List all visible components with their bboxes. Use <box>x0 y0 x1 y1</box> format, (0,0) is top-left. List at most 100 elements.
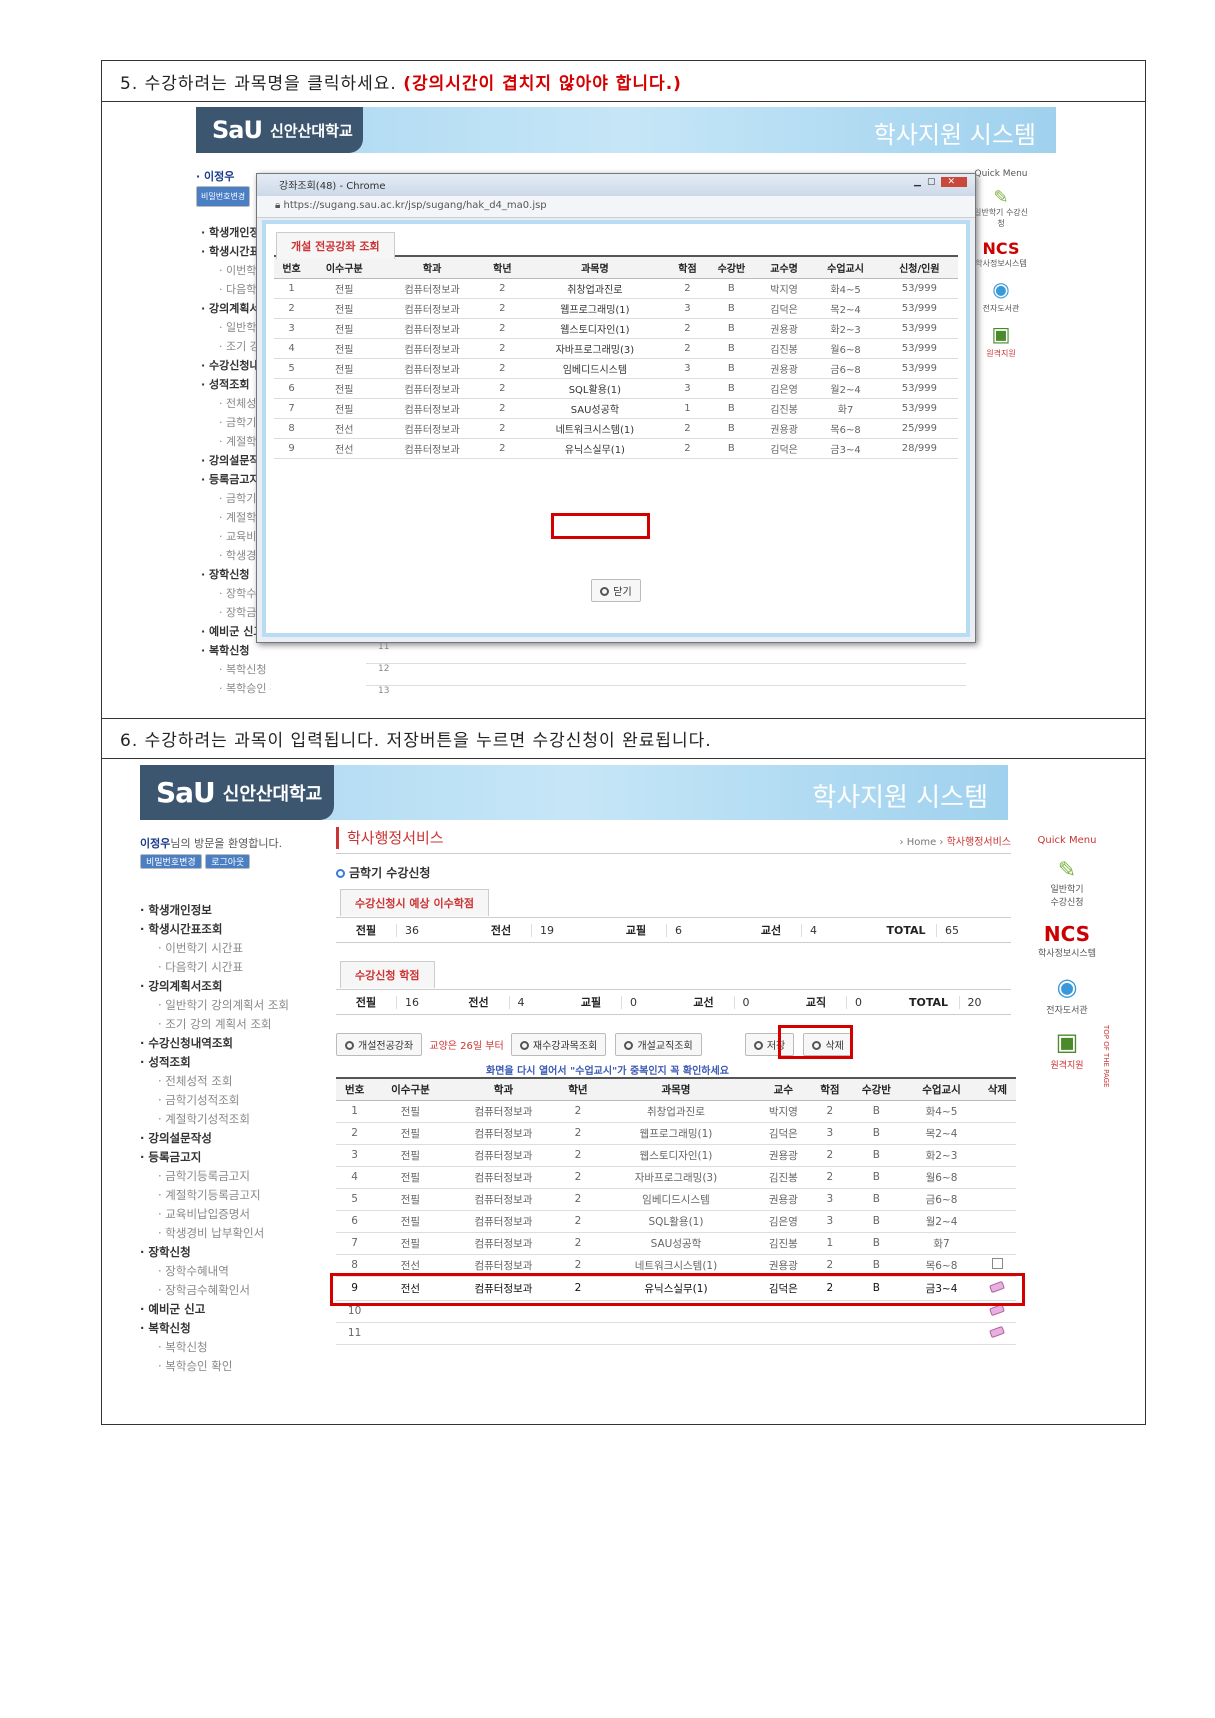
logo-mark: SaU <box>212 116 263 144</box>
delete-cell[interactable] <box>978 1232 1016 1255</box>
popup-cell: 53/999 <box>880 338 958 359</box>
sidebar-item[interactable]: · 복학신청 <box>140 1319 325 1338</box>
sidebar-item[interactable]: · 수강신청내역조회 <box>140 1034 325 1053</box>
sidebar-item[interactable]: · 일반학기 강의계획서 조회 <box>140 996 325 1015</box>
liberal-notice: 교양은 26일 부터 <box>429 1041 504 1052</box>
quick-library-link[interactable]: 전자도서관 <box>971 303 1031 314</box>
sidebar-item[interactable]: · 금학기성적조회 <box>140 1091 325 1110</box>
course-name-link[interactable]: 웹스토디자인(1) <box>519 318 670 339</box>
minimize-icon[interactable]: ▁ <box>914 177 927 187</box>
delete-cell[interactable] <box>978 1100 1016 1123</box>
quick-library-link-2[interactable]: 전자도서관 <box>1032 1003 1102 1016</box>
brand-logo[interactable]: SaU 신안산대학교 <box>196 107 363 153</box>
quick-sugang-link-2[interactable]: 일반학기 수강신청 <box>1047 882 1087 908</box>
sidebar-item[interactable]: · 복학신청 <box>201 660 271 679</box>
quick-haksa-link[interactable]: 학사정보시스템 <box>971 258 1031 269</box>
delete-cell[interactable] <box>978 1322 1016 1345</box>
popup-titlebar[interactable]: 강좌조회(48) - Chrome ▁▢ ✕ <box>257 174 975 196</box>
brand-logo-2[interactable]: SaU 신안산대학교 <box>140 765 334 820</box>
delete-cell[interactable] <box>978 1210 1016 1233</box>
sidebar-item[interactable]: · 학생경비 납부확인서 <box>140 1224 325 1243</box>
sidebar-item[interactable]: · 복학신청 <box>140 1338 325 1357</box>
sidebar-item[interactable]: · 계절학기성적조회 <box>140 1110 325 1129</box>
course-name-link[interactable]: 취창업과진로 <box>519 278 670 299</box>
delete-cell[interactable] <box>978 1144 1016 1167</box>
sidebar-item[interactable]: · 예비군 신고 <box>140 1300 325 1319</box>
course-cell: 박지영 <box>755 1100 812 1123</box>
popup-table-row: 7 전필 컴퓨터정보과 2 SAU성공학 1 B 김진봉 화7 53/999 <box>274 398 958 419</box>
popup-tab[interactable]: 개설 전공강좌 조회 <box>276 232 395 259</box>
course-cell: 자바프로그래밍(3) <box>596 1166 756 1189</box>
course-col-header: 학점 <box>811 1077 849 1101</box>
delete-cell[interactable] <box>978 1122 1016 1145</box>
course-name-link[interactable]: 임베디드시스템 <box>519 358 670 379</box>
step6-text: 6. 수강하려는 과목이 입력됩니다. 저장버튼을 누르면 수강신청이 완료됩니… <box>120 731 712 751</box>
popup-table-row: 5 전필 컴퓨터정보과 2 임베디드시스템 3 B 권용광 금6~8 53/999 <box>274 358 958 379</box>
maximize-icon[interactable]: ▢ <box>927 177 942 187</box>
course-cell <box>848 1322 905 1345</box>
close-icon[interactable]: ✕ <box>941 177 967 187</box>
popup-col-header: 학과 <box>379 255 485 279</box>
popup-cell: 2 <box>484 338 520 359</box>
sidebar-item[interactable]: · 강의계획서조회 <box>140 977 325 996</box>
course-name-link[interactable]: 네트워크시스템(1) <box>519 418 670 439</box>
course-name-link[interactable]: 유닉스실무(1) <box>519 438 670 459</box>
change-pw-button[interactable]: 비밀번호변경 <box>196 186 251 207</box>
breadcrumb-home[interactable]: Home <box>907 837 937 848</box>
quick-haksa-link-2[interactable]: 학사정보시스템 <box>1032 946 1102 959</box>
ncs-logo-2[interactable]: NCS <box>1032 922 1102 946</box>
retake-button[interactable]: 재수강과목조회 <box>510 1033 607 1056</box>
open-teach-button[interactable]: 개설교직조회 <box>615 1033 702 1056</box>
sidebar-item[interactable]: · 계절학기등록금고지 <box>140 1186 325 1205</box>
course-name-link[interactable]: SAU성공학 <box>519 398 670 419</box>
credit-label: 교필 <box>580 996 602 1009</box>
sidebar-item[interactable]: · 복학승인 확인 <box>140 1357 325 1376</box>
sidebar-item[interactable]: · 복학신청 <box>201 641 271 660</box>
sidebar-item[interactable]: · 복학승인 확인 <box>201 679 271 698</box>
delete-cell[interactable] <box>978 1188 1016 1211</box>
popup-cell: 53/999 <box>880 318 958 339</box>
course-row: 11 <box>336 1322 1016 1345</box>
credit-value: 20 <box>958 995 1012 1009</box>
eraser-icon[interactable] <box>989 1325 1006 1339</box>
course-name-link[interactable]: 자바프로그래밍(3) <box>519 338 670 359</box>
delete-cell[interactable] <box>978 1166 1016 1189</box>
logout-button[interactable]: 로그아웃 <box>205 854 251 869</box>
popup-cell: 5 <box>274 358 310 379</box>
quick-remote-link[interactable]: 원격지원 <box>971 348 1031 359</box>
ncs-logo[interactable]: NCS <box>971 239 1031 258</box>
sidebar-item[interactable]: · 다음학기 시간표 <box>140 958 325 977</box>
change-pw-button-2[interactable]: 비밀번호변경 <box>140 854 202 869</box>
remote-icon-2: ▣ <box>1055 1028 1079 1056</box>
top-of-page-link[interactable]: TOP OF THE PAGE <box>1100 1025 1110 1087</box>
delete-checkbox[interactable] <box>991 1258 1003 1269</box>
sidebar-item[interactable]: · 이번학기 시간표 <box>140 939 325 958</box>
window-controls[interactable]: ▁▢ ✕ <box>914 177 967 187</box>
course-name-link[interactable]: SQL활용(1) <box>519 378 670 399</box>
popup-cell: 김진봉 <box>757 398 811 419</box>
course-row: 6 전필 컴퓨터정보과 2 SQL활용(1) 김은영 3 B 월2~4 <box>336 1210 1016 1233</box>
popup-url-bar[interactable]: 🔒︎ https://sugang.sau.ac.kr/jsp/sugang/h… <box>257 196 975 218</box>
sidebar-item[interactable]: · 장학신청 <box>140 1243 325 1262</box>
sidebar-item[interactable]: · 금학기등록금고지 <box>140 1167 325 1186</box>
retake-label: 재수강과목조회 <box>532 1041 598 1052</box>
sidebar-item[interactable]: · 조기 강의 계획서 조회 <box>140 1015 325 1034</box>
quick-sugang-link[interactable]: 일반학기 수강신청 <box>971 207 1031 229</box>
popup-col-header: 학점 <box>669 255 706 279</box>
course-col-header: 수강반 <box>848 1077 905 1101</box>
quick-remote-link-2[interactable]: 원격지원 <box>1032 1058 1102 1071</box>
sidebar-item[interactable]: · 등록금고지 <box>140 1148 325 1167</box>
popup-close-button[interactable]: 닫기 <box>591 579 641 602</box>
sidebar-item[interactable]: · 학생개인정보 <box>140 901 325 920</box>
sidebar-item[interactable]: · 전체성적 조회 <box>140 1072 325 1091</box>
course-name-link[interactable]: 웹프로그래밍(1) <box>519 298 670 319</box>
open-major-button[interactable]: 개설전공강좌 <box>336 1033 423 1056</box>
sidebar-item[interactable]: · 교육비납입증명서 <box>140 1205 325 1224</box>
sidebar-item[interactable]: · 강의설문작성 <box>140 1129 325 1148</box>
sidebar-item[interactable]: · 장학수혜내역 <box>140 1262 325 1281</box>
sidebar-item[interactable]: · 성적조회 <box>140 1053 325 1072</box>
course-cell: 전필 <box>373 1122 448 1145</box>
sidebar-item[interactable]: · 장학금수혜확인서 <box>140 1281 325 1300</box>
popup-cell: 전선 <box>309 438 380 459</box>
sidebar-item[interactable]: · 학생시간표조회 <box>140 920 325 939</box>
